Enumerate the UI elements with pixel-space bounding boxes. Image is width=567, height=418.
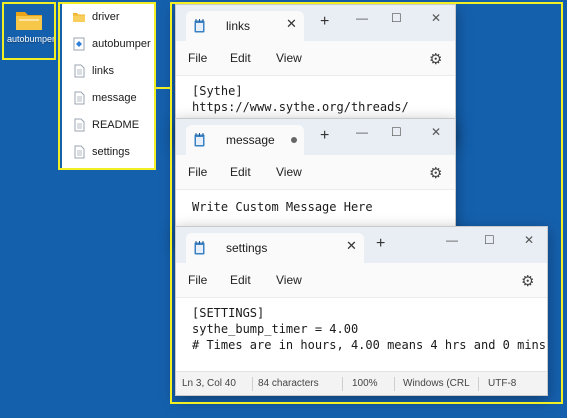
highlight-box-desktop-icon bbox=[2, 2, 56, 60]
highlight-box-notepad-windows bbox=[170, 2, 563, 404]
highlight-connector bbox=[156, 87, 170, 89]
highlight-box-file-list bbox=[58, 2, 156, 170]
